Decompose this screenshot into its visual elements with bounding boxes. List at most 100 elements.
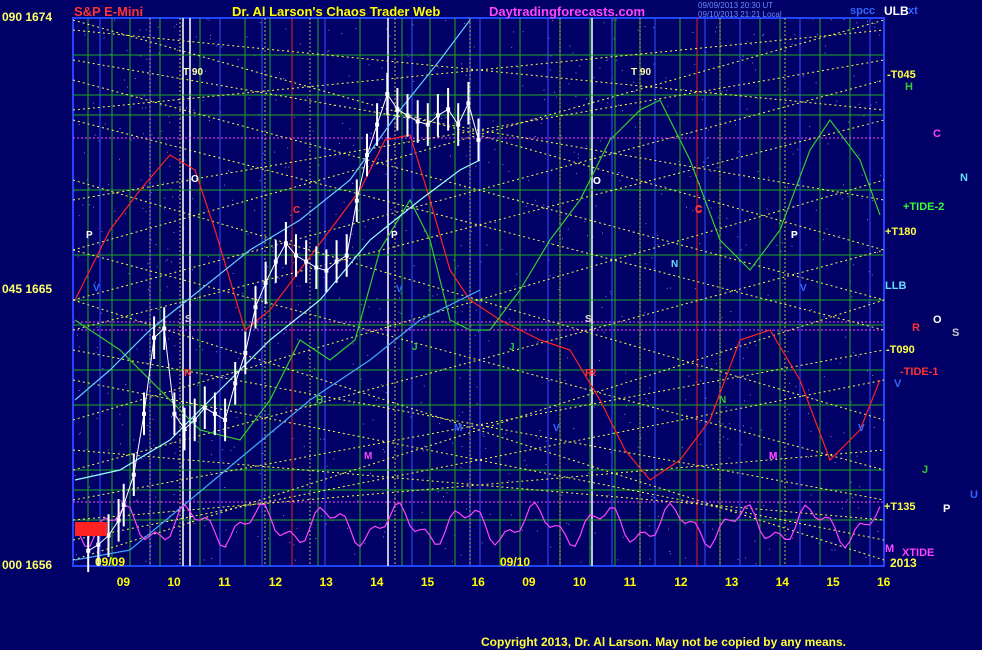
star-dot [551,243,552,245]
star-dot [202,349,204,351]
star-dot [287,49,289,51]
star-dot [150,367,152,368]
star-dot [494,148,496,150]
star-dot [858,154,860,156]
star-dot [745,244,747,246]
star-dot [163,208,165,210]
label-o: O [933,314,942,326]
star-dot [173,26,175,28]
site-link[interactable]: Daytradingforecasts.com [489,4,645,19]
star-dot [728,470,730,472]
x-tick-label: 16 [472,575,486,589]
star-dot [746,41,748,43]
star-dot [644,26,646,27]
y-label-top: 090 1674 [2,10,53,24]
star-dot [142,207,144,209]
star-dot [263,153,265,154]
star-dot [755,344,757,346]
star-dot [475,309,477,311]
star-dot [868,301,870,303]
star-dot [852,264,854,266]
star-dot [136,348,138,350]
star-dot [296,285,298,287]
star-dot [352,363,354,365]
star-dot [423,230,425,232]
star-dot [349,128,351,130]
star-dot [341,33,343,35]
star-dot [242,292,244,294]
star-dot [144,185,146,187]
star-dot [685,399,687,401]
star-dot [130,139,132,141]
star-dot [126,49,128,51]
star-dot [488,340,490,342]
star-dot [439,422,441,424]
star-dot [466,508,467,510]
marker-t90: T 90 [183,67,203,78]
star-dot [461,311,463,313]
star-dot [787,351,789,352]
star-dot [669,551,671,552]
star-dot [594,532,596,534]
star-dot [776,245,778,246]
star-dot [137,525,139,527]
star-dot [840,193,842,195]
star-dot [766,208,768,210]
star-dot [329,190,331,192]
star-dot [468,173,470,174]
star-dot [824,52,826,54]
star-dot [197,297,199,299]
star-dot [140,55,142,57]
star-dot [473,46,475,48]
star-dot [178,196,180,198]
star-dot [621,315,623,317]
star-dot [575,72,577,74]
star-dot [858,356,860,358]
star-dot [740,249,742,251]
star-dot [240,406,242,408]
star-dot [364,542,366,544]
star-dot [101,231,103,233]
star-dot [622,110,623,112]
star-dot [443,496,444,497]
star-dot [568,523,570,525]
day2-marker: C [695,204,702,215]
star-dot [296,527,298,529]
star-dot [827,143,829,145]
star-dot [521,529,523,531]
star-dot [136,499,138,501]
star-dot [115,220,116,222]
star-dot [446,301,448,303]
star-dot [436,294,438,296]
star-dot [850,401,852,403]
star-dot [831,549,833,551]
star-dot [174,345,176,347]
star-dot [172,196,173,198]
day2-marker: R [589,368,597,379]
star-dot [721,317,723,319]
star-dot [124,79,125,81]
star-dot [723,436,725,438]
star-dot [441,118,443,120]
star-dot [328,29,330,31]
y-label-bottom: 000 1656 [2,558,53,572]
star-dot [705,397,707,399]
star-dot [228,170,229,172]
star-dot [195,349,197,351]
star-dot [603,22,605,24]
star-dot [610,452,612,453]
label-j: J [922,464,929,476]
star-dot [746,115,748,117]
star-dot [562,238,563,240]
star-dot [355,28,357,29]
star-dot [721,91,723,93]
star-dot [808,456,809,458]
star-dot [625,372,627,374]
star-dot [398,348,400,350]
label-t045: -T045 [887,69,916,81]
star-dot [684,524,686,526]
x-day-label: 09/10 [500,555,530,569]
star-dot [745,557,747,559]
star-dot [877,530,879,532]
star-dot [163,182,164,184]
